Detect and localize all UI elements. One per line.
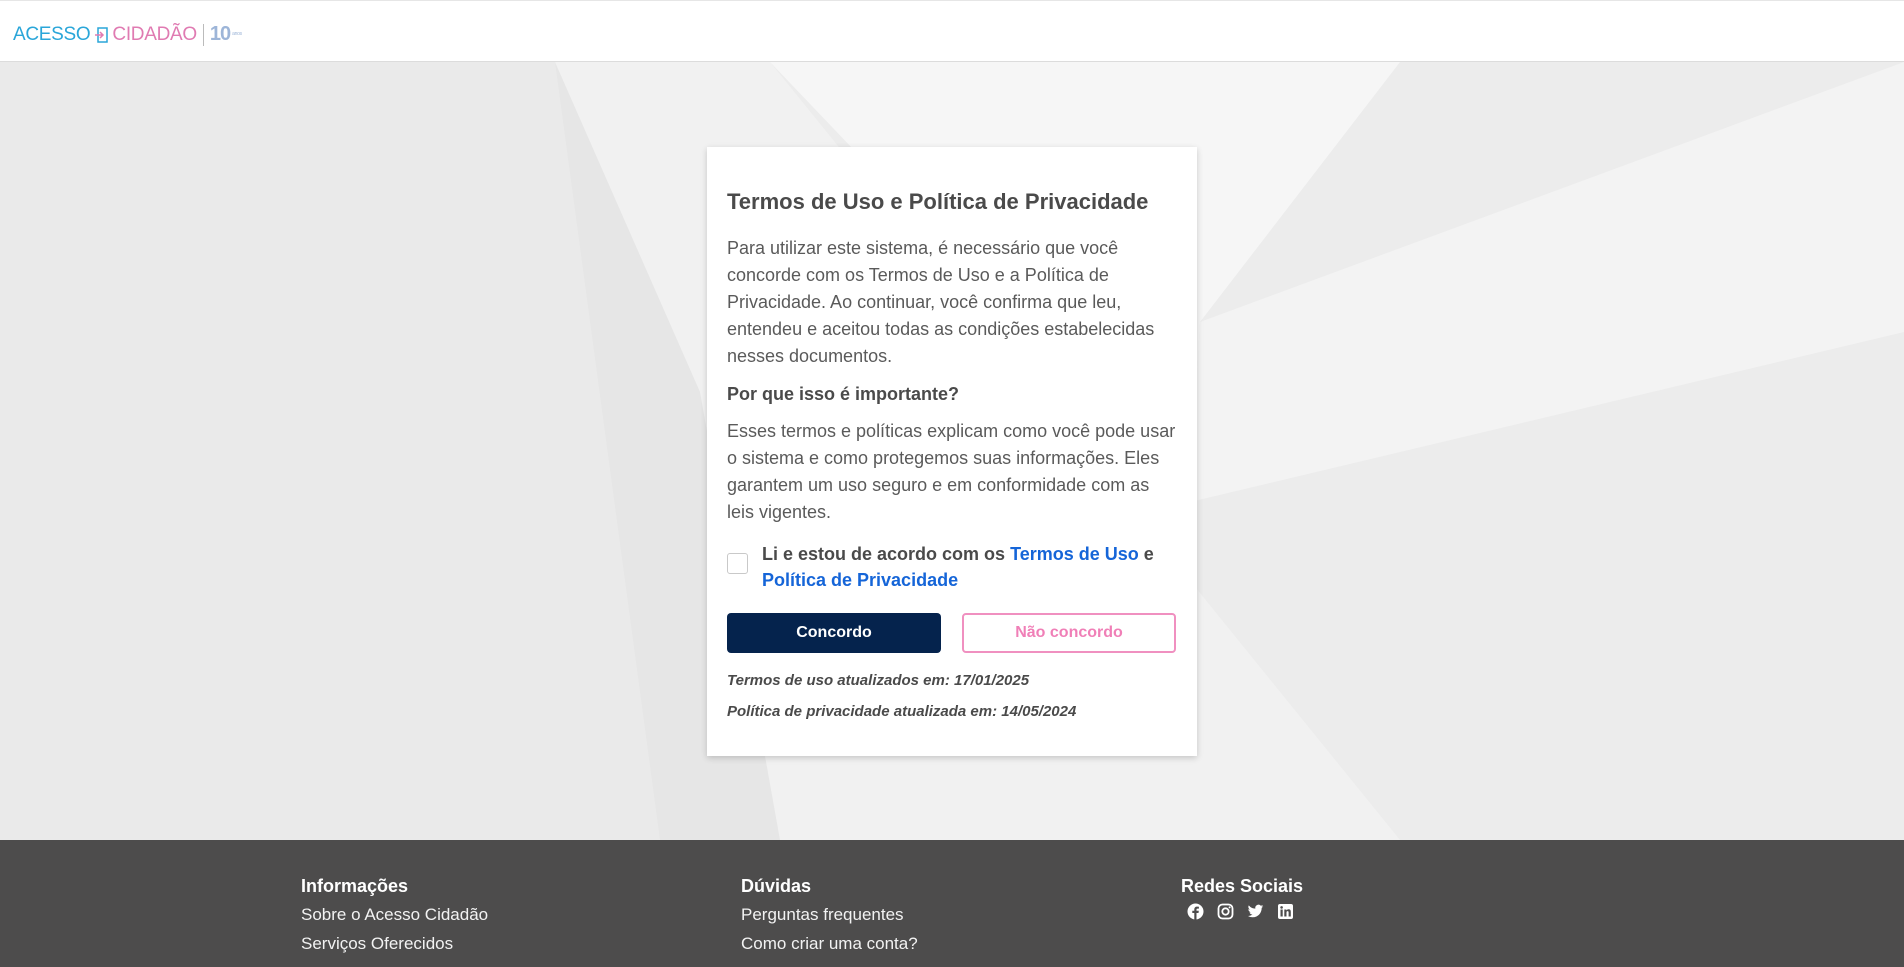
footer-help-column: Dúvidas Perguntas frequentes Como criar … [741,876,918,963]
terms-dialog: Termos de Uso e Política de Privacidade … [707,147,1197,756]
importance-text: Esses termos e políticas explicam como v… [727,421,1176,522]
update-dates: Termos de uso atualizados em: 17/01/2025… [727,672,1177,720]
agreement-prefix: Li e estou de acordo com os [762,544,1006,564]
logo-divider [202,23,204,46]
footer-link-services[interactable]: Serviços Oferecidos [301,934,488,954]
importance-heading: Por que isso é importante? [727,384,960,404]
footer-social-column: Redes Sociais [1181,876,1303,920]
linkedin-icon[interactable] [1277,903,1294,920]
privacy-updated-date: Política de privacidade atualizada em: 1… [727,703,1077,720]
logo-text-acesso: ACESSO [13,23,91,45]
logo-badge-small: anos [232,31,242,37]
acesso-cidadao-logo[interactable]: ACESSO CIDADÃO 10 anos [13,23,242,46]
footer-info-title: Informações [301,876,409,896]
agree-checkbox[interactable] [727,553,748,574]
terms-updated-date: Termos de uso atualizados em: 17/01/2025 [727,672,1030,689]
reject-button[interactable]: Não concordo [962,613,1176,653]
social-icons [1187,903,1303,920]
agreement-row: Li e estou de acordo com os Termos de Us… [727,541,1177,593]
footer-link-create-account[interactable]: Como criar uma conta? [741,934,918,954]
footer-help-title: Dúvidas [741,876,812,896]
intro-text: Para utilizar este sistema, é necessário… [727,238,1155,366]
footer-link-about[interactable]: Sobre o Acesso Cidadão [301,905,488,925]
action-buttons: Concordo Não concordo [727,613,1177,653]
footer: Informações Sobre o Acesso Cidadão Servi… [0,840,1904,967]
terms-of-use-link[interactable]: Termos de Uso [1010,544,1139,564]
agreement-conjunction: e [1143,544,1154,564]
logo-text-cidadao: CIDADÃO [112,23,197,45]
twitter-icon[interactable] [1247,903,1264,920]
footer-social-title: Redes Sociais [1181,876,1304,896]
privacy-policy-link[interactable]: Política de Privacidade [762,570,958,590]
facebook-icon[interactable] [1187,903,1204,920]
login-arrow-icon [94,26,109,43]
logo-badge: 10 [209,23,231,45]
instagram-icon[interactable] [1217,903,1234,920]
agreement-label: Li e estou de acordo com os Termos de Us… [762,541,1154,593]
dialog-title: Termos de Uso e Política de Privacidade [727,189,1149,214]
footer-link-faq[interactable]: Perguntas frequentes [741,905,918,925]
footer-info-column: Informações Sobre o Acesso Cidadão Servi… [301,876,488,963]
header: ACESSO CIDADÃO 10 anos [0,0,1904,62]
accept-button[interactable]: Concordo [727,613,941,653]
